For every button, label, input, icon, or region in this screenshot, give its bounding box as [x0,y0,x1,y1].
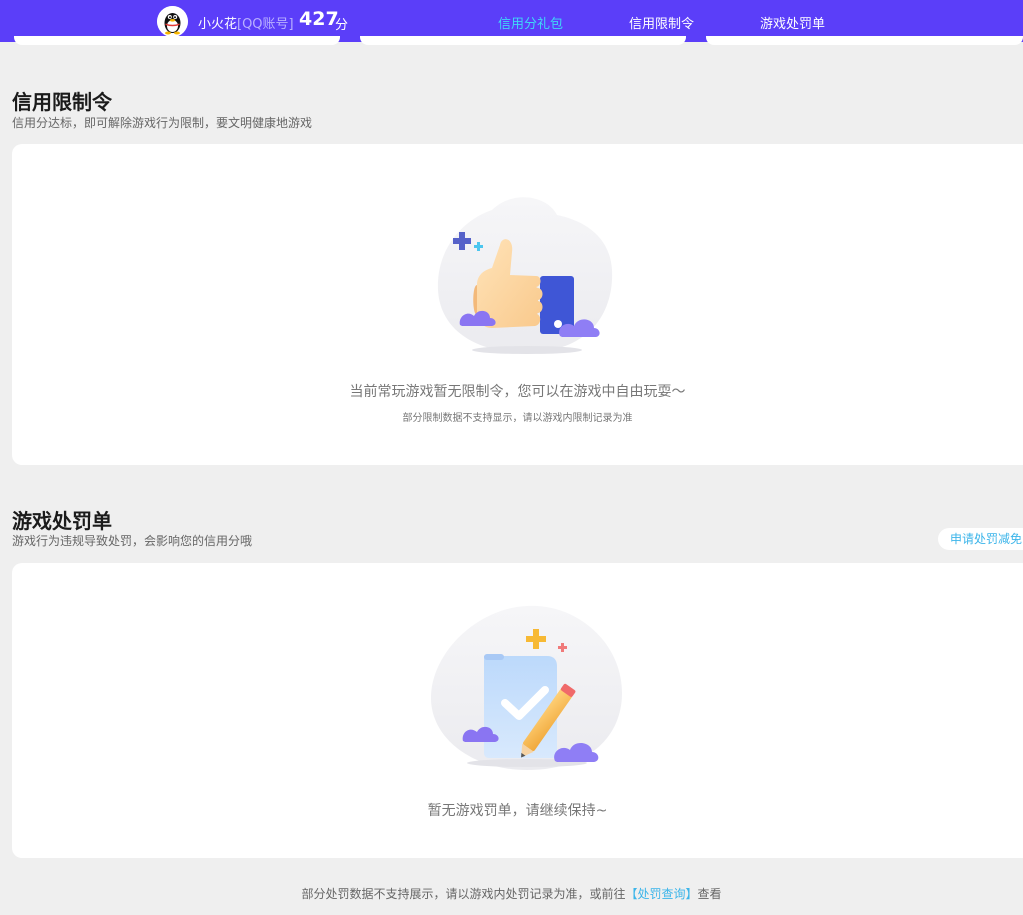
footer-note: 部分处罚数据不支持展示，请以游戏内处罚记录为准，或前往【处罚查询】查看 [0,885,1023,902]
card-stub [706,36,1023,45]
apply-penalty-reduction-button[interactable]: 申请处罚减免 [938,528,1023,550]
penalty-section-title: 游戏处罚单 [12,509,112,533]
username: 小火花 [198,17,238,32]
credit-score-unit: 分 [335,18,349,33]
card-stub [14,36,340,45]
credit-score-value: 427 [299,8,339,30]
footer-text: 部分处罚数据不支持展示，请以游戏内处罚记录为准，或前往 [301,887,626,901]
tab-credit-gift[interactable]: 信用分礼包 [498,13,563,32]
restriction-section-title: 信用限制令 [12,90,112,114]
qq-penguin-icon [157,6,188,37]
thumbs-up-icon [437,197,613,354]
restriction-empty-note: 部分限制数据不支持显示，请以游戏内限制记录为准 [402,413,633,424]
tab-credit-restriction[interactable]: 信用限制令 [629,13,694,32]
restriction-empty-text: 当前常玩游戏暂无限制令，您可以在游戏中自由玩耍～ [349,384,686,400]
account-type-label: [QQ账号] [237,17,294,32]
penalty-empty-text: 暂无游戏罚单，请继续保持~ [427,803,608,819]
avatar[interactable] [157,6,188,37]
footer-text-end: 查看 [697,887,722,901]
tab-game-penalty[interactable]: 游戏处罚单 [760,13,825,32]
card-stub [360,36,686,45]
restriction-section-subtitle: 信用分达标，即可解除游戏行为限制，要文明健康地游戏 [12,116,313,130]
penalty-section-subtitle: 游戏行为违规导致处罚，会影响您的信用分哦 [12,534,253,548]
checked-document-icon [431,605,622,770]
penalty-query-link[interactable]: 【处罚查询】 [625,887,697,901]
